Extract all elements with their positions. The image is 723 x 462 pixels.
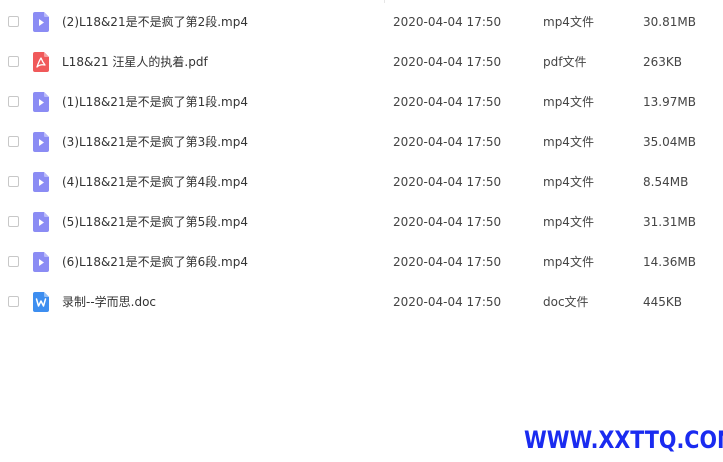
video-file-icon bbox=[33, 172, 49, 192]
file-row[interactable]: (6)L18&21是不是疯了第6段.mp4 2020-04-04 17:50 m… bbox=[0, 243, 723, 283]
file-size: 30.81MB bbox=[643, 15, 696, 29]
file-type: doc文件 bbox=[543, 295, 589, 309]
file-date: 2020-04-04 17:50 bbox=[393, 135, 502, 149]
file-date: 2020-04-04 17:50 bbox=[393, 215, 502, 229]
file-name[interactable]: (5)L18&21是不是疯了第5段.mp4 bbox=[62, 214, 248, 230]
file-type: mp4文件 bbox=[543, 135, 594, 149]
file-row[interactable]: (3)L18&21是不是疯了第3段.mp4 2020-04-04 17:50 m… bbox=[0, 123, 723, 163]
video-file-icon bbox=[33, 252, 49, 272]
row-checkbox[interactable] bbox=[8, 136, 19, 147]
file-size: 263KB bbox=[643, 55, 683, 69]
file-name[interactable]: 录制--学而思.doc bbox=[62, 294, 156, 310]
row-checkbox[interactable] bbox=[8, 216, 19, 227]
file-size: 31.31MB bbox=[643, 215, 696, 229]
file-date: 2020-04-04 17:50 bbox=[393, 255, 502, 269]
file-name[interactable]: (1)L18&21是不是疯了第1段.mp4 bbox=[62, 94, 248, 110]
file-type: mp4文件 bbox=[543, 215, 594, 229]
row-checkbox[interactable] bbox=[8, 176, 19, 187]
file-type: mp4文件 bbox=[543, 95, 594, 109]
file-size: 13.97MB bbox=[643, 95, 696, 109]
video-file-icon bbox=[33, 92, 49, 112]
file-row[interactable]: (1)L18&21是不是疯了第1段.mp4 2020-04-04 17:50 m… bbox=[0, 83, 723, 123]
file-name[interactable]: (3)L18&21是不是疯了第3段.mp4 bbox=[62, 134, 248, 150]
row-checkbox[interactable] bbox=[8, 96, 19, 107]
video-file-icon bbox=[33, 212, 49, 232]
row-checkbox[interactable] bbox=[8, 256, 19, 267]
file-type: mp4文件 bbox=[543, 15, 594, 29]
file-date: 2020-04-04 17:50 bbox=[393, 95, 502, 109]
file-list-page: (2)L18&21是不是疯了第2段.mp4 2020-04-04 17:50 m… bbox=[0, 0, 723, 462]
video-file-icon bbox=[33, 132, 49, 152]
word-file-icon bbox=[33, 292, 49, 312]
file-date: 2020-04-04 17:50 bbox=[393, 15, 502, 29]
file-size: 14.36MB bbox=[643, 255, 696, 269]
file-list: (2)L18&21是不是疯了第2段.mp4 2020-04-04 17:50 m… bbox=[0, 3, 723, 323]
file-name[interactable]: (2)L18&21是不是疯了第2段.mp4 bbox=[62, 14, 248, 30]
file-name[interactable]: L18&21 汪星人的执着.pdf bbox=[62, 54, 208, 70]
file-size: 8.54MB bbox=[643, 175, 689, 189]
video-file-icon bbox=[33, 12, 49, 32]
file-date: 2020-04-04 17:50 bbox=[393, 295, 502, 309]
file-row[interactable]: (2)L18&21是不是疯了第2段.mp4 2020-04-04 17:50 m… bbox=[0, 3, 723, 43]
file-type: mp4文件 bbox=[543, 255, 594, 269]
row-checkbox[interactable] bbox=[8, 16, 19, 27]
file-type: pdf文件 bbox=[543, 55, 587, 69]
file-size: 445KB bbox=[643, 295, 683, 309]
row-checkbox[interactable] bbox=[8, 56, 19, 67]
file-row[interactable]: 录制--学而思.doc 2020-04-04 17:50 doc文件 445KB bbox=[0, 283, 723, 323]
file-date: 2020-04-04 17:50 bbox=[393, 55, 502, 69]
file-type: mp4文件 bbox=[543, 175, 594, 189]
file-name[interactable]: (6)L18&21是不是疯了第6段.mp4 bbox=[62, 254, 248, 270]
file-row[interactable]: (5)L18&21是不是疯了第5段.mp4 2020-04-04 17:50 m… bbox=[0, 203, 723, 243]
file-size: 35.04MB bbox=[643, 135, 696, 149]
file-row[interactable]: (4)L18&21是不是疯了第4段.mp4 2020-04-04 17:50 m… bbox=[0, 163, 723, 203]
watermark: WWW.XXTTQ.COM bbox=[524, 426, 723, 454]
pdf-file-icon bbox=[33, 52, 49, 72]
file-name[interactable]: (4)L18&21是不是疯了第4段.mp4 bbox=[62, 174, 248, 190]
row-checkbox[interactable] bbox=[8, 296, 19, 307]
file-date: 2020-04-04 17:50 bbox=[393, 175, 502, 189]
file-row[interactable]: L18&21 汪星人的执着.pdf 2020-04-04 17:50 pdf文件… bbox=[0, 43, 723, 83]
